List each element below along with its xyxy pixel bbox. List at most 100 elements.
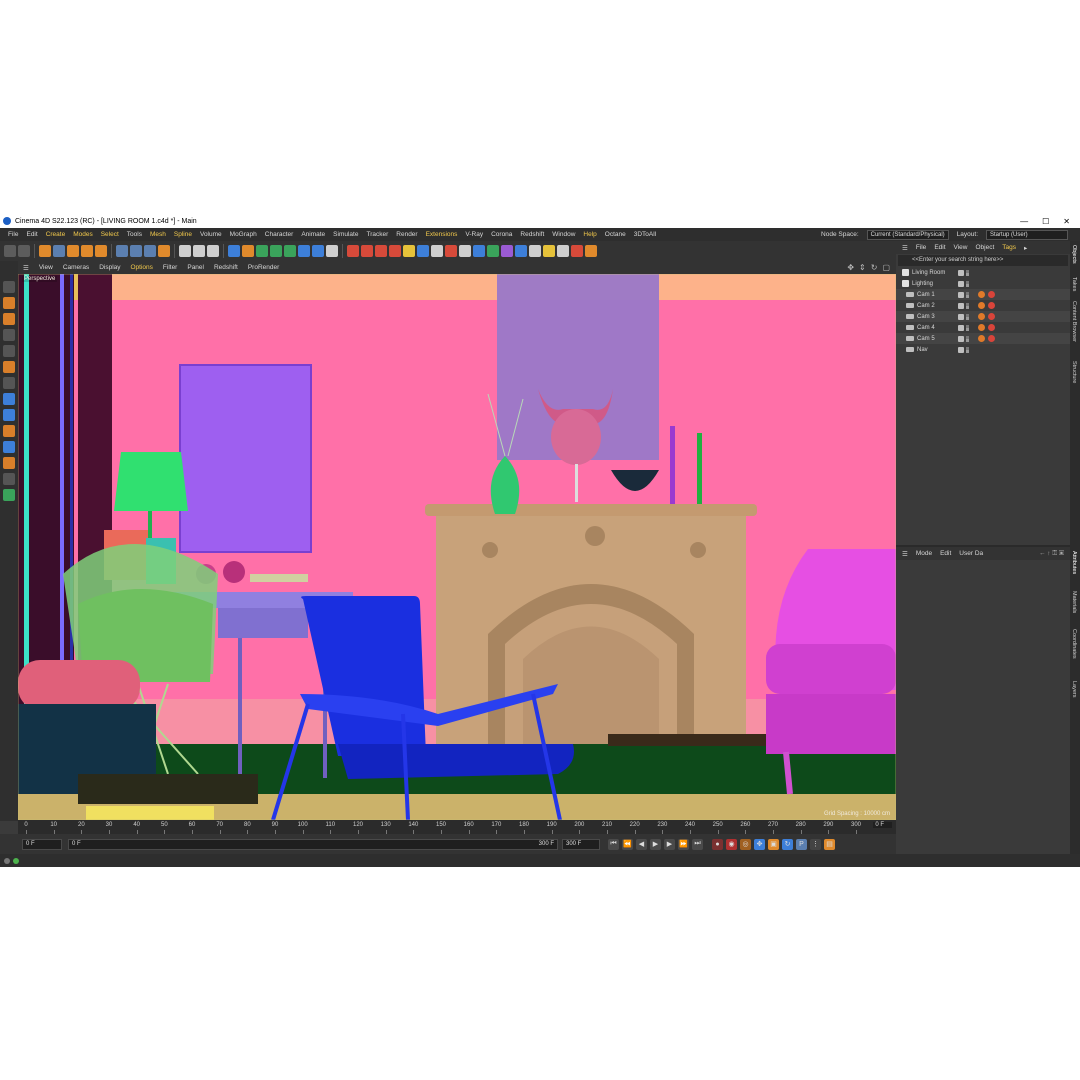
attributes-menu-mode[interactable]: Mode xyxy=(916,550,932,557)
subdivision-icon[interactable] xyxy=(256,245,268,257)
menu-render[interactable]: Render xyxy=(392,231,421,238)
menu-octane[interactable]: Octane xyxy=(601,231,630,238)
go-to-start-icon[interactable]: ⏮ xyxy=(608,838,619,850)
render-view-icon[interactable] xyxy=(179,245,191,257)
viewport-menu-display[interactable]: Display xyxy=(94,264,125,271)
minimize-button[interactable]: — xyxy=(1020,217,1028,226)
next-frame-icon[interactable]: ▶ xyxy=(664,838,675,850)
octane-camera-icon[interactable] xyxy=(515,245,527,257)
redshift-icon[interactable] xyxy=(445,245,457,257)
corona-camera-icon[interactable] xyxy=(417,245,429,257)
enabled-checkbox[interactable] xyxy=(958,269,964,276)
pen-icon[interactable] xyxy=(242,245,254,257)
record-icon[interactable] xyxy=(571,245,583,257)
y-axis-lock-icon[interactable] xyxy=(130,245,142,257)
tweak-icon[interactable] xyxy=(3,489,15,501)
node-space-select[interactable]: Current (Standard/Physical) xyxy=(866,229,949,240)
pan-icon[interactable]: ✥ xyxy=(847,263,854,272)
vray-icon[interactable] xyxy=(347,245,359,257)
visibility-toggle[interactable] xyxy=(966,324,969,331)
objects-menu-object[interactable]: Object xyxy=(976,244,995,251)
viewport-menu-redshift[interactable]: Redshift xyxy=(209,264,243,271)
viewport-menu-options[interactable]: Options xyxy=(126,264,158,271)
cloner-icon[interactable] xyxy=(270,245,282,257)
corona-vfb-icon[interactable] xyxy=(431,245,443,257)
model-mode-icon[interactable] xyxy=(3,313,15,325)
tab-objects[interactable]: Objects xyxy=(1071,245,1077,264)
vray-light-icon[interactable] xyxy=(361,245,373,257)
points-mode-icon[interactable] xyxy=(3,329,15,341)
redo-icon[interactable] xyxy=(18,245,30,257)
timeline-ruler[interactable]: 0 10 20 30 40 50 60 70 80 90 100 110 120 130 140 150 160… xyxy=(18,820,896,834)
position-key-icon[interactable]: ✥ xyxy=(754,838,765,850)
octane-material-icon[interactable] xyxy=(557,245,569,257)
protection-tag-icon[interactable] xyxy=(978,302,985,309)
toggle-view-icon[interactable]: ▢ xyxy=(882,263,890,272)
menu-window[interactable]: Window xyxy=(548,231,579,238)
objects-menu-more[interactable]: ▸ xyxy=(1024,244,1027,252)
solo-icon[interactable] xyxy=(3,441,15,453)
menu-character[interactable]: Character xyxy=(261,231,298,238)
visibility-toggle[interactable] xyxy=(966,346,969,353)
menu-tools[interactable]: Tools xyxy=(123,231,146,238)
vray-settings-icon[interactable] xyxy=(375,245,387,257)
polygons-mode-icon[interactable] xyxy=(3,361,15,373)
menu-file[interactable]: File xyxy=(4,231,22,238)
octane-icon[interactable] xyxy=(501,245,513,257)
menu-3dtoall[interactable]: 3DToAll xyxy=(630,231,660,238)
camera-icon[interactable] xyxy=(312,245,324,257)
camera-tag-icon[interactable] xyxy=(988,291,995,298)
camera-tag-icon[interactable] xyxy=(988,335,995,342)
menu-redshift[interactable]: Redshift xyxy=(516,231,548,238)
object-row[interactable]: Living Room xyxy=(896,267,1070,278)
menu-simulate[interactable]: Simulate xyxy=(329,231,362,238)
menu-extensions[interactable]: Extensions xyxy=(422,231,462,238)
tab-materials[interactable]: Materials xyxy=(1071,591,1077,613)
vray-material-icon[interactable] xyxy=(389,245,401,257)
current-frame-field[interactable]: 0 F xyxy=(873,822,892,828)
enabled-checkbox[interactable] xyxy=(958,313,964,320)
close-button[interactable]: ✕ xyxy=(1063,217,1070,226)
menu-vray[interactable]: V-Ray xyxy=(461,231,487,238)
menu-corona[interactable]: Corona xyxy=(487,231,516,238)
menu-spline[interactable]: Spline xyxy=(170,231,196,238)
workplane-icon[interactable] xyxy=(3,425,15,437)
end-frame-field[interactable]: 300 F xyxy=(562,838,600,850)
enabled-checkbox[interactable] xyxy=(958,324,964,331)
octane-settings-icon[interactable] xyxy=(543,245,555,257)
texture-mode-icon[interactable] xyxy=(3,297,15,309)
light-icon[interactable] xyxy=(326,245,338,257)
menu-select[interactable]: Select xyxy=(97,231,123,238)
object-row[interactable]: Nav xyxy=(896,344,1070,355)
orbit-icon[interactable]: ↻ xyxy=(871,263,878,272)
redshift-light-icon[interactable] xyxy=(473,245,485,257)
enabled-checkbox[interactable] xyxy=(958,280,964,287)
dolly-icon[interactable]: ⇕ xyxy=(859,263,866,272)
start-frame-field[interactable]: 0 F xyxy=(22,838,62,850)
3d-viewport[interactable]: Perspective Grid Spacing : 10000 cm xyxy=(18,274,896,820)
viewport-menu-view[interactable]: View xyxy=(34,264,58,271)
tab-coordinates[interactable]: Coordinates xyxy=(1071,629,1077,659)
maximize-button[interactable]: ☐ xyxy=(1042,217,1049,226)
viewport-menu-prorender[interactable]: ProRender xyxy=(243,264,284,271)
camera-tag-icon[interactable] xyxy=(988,313,995,320)
tab-attributes[interactable]: Attributes xyxy=(1071,551,1077,574)
recent-tools-icon[interactable] xyxy=(95,245,107,257)
next-key-icon[interactable]: ⏩ xyxy=(678,838,689,850)
redshift-rv-icon[interactable] xyxy=(459,245,471,257)
camera-tag-icon[interactable] xyxy=(988,302,995,309)
menu-edit[interactable]: Edit xyxy=(22,231,41,238)
lock-workplane-icon[interactable] xyxy=(3,457,15,469)
rotation-key-icon[interactable]: ↻ xyxy=(782,838,793,850)
menu-animate[interactable]: Animate xyxy=(297,231,329,238)
enabled-checkbox[interactable] xyxy=(958,346,964,353)
move-tool-icon[interactable] xyxy=(53,245,65,257)
menu-create[interactable]: Create xyxy=(42,231,70,238)
menu-mesh[interactable]: Mesh xyxy=(146,231,170,238)
menu-volume[interactable]: Volume xyxy=(196,231,226,238)
record-keys-icon[interactable]: ● xyxy=(712,838,723,850)
menu-help[interactable]: Help xyxy=(579,231,600,238)
tab-takes[interactable]: Takes xyxy=(1071,277,1077,291)
axis-mode-icon[interactable] xyxy=(3,393,15,405)
coordinate-system-icon[interactable] xyxy=(158,245,170,257)
